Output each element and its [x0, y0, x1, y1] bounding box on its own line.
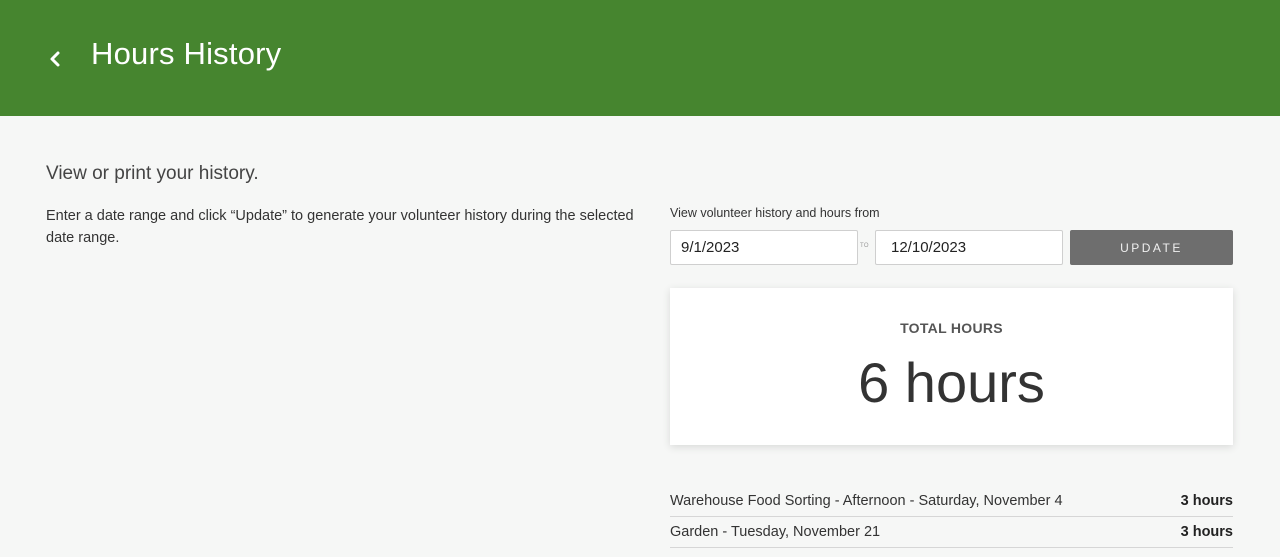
update-button[interactable]: UPDATE: [1070, 230, 1233, 265]
total-hours-label: TOTAL HOURS: [900, 320, 1003, 336]
history-row: Garden - Tuesday, November 21 3 hours: [670, 517, 1233, 548]
total-hours-card: TOTAL HOURS 6 hours: [670, 288, 1233, 445]
chevron-left-icon: [50, 51, 60, 67]
history-hours: 3 hours: [1180, 524, 1233, 540]
date-range-label: View volunteer history and hours from: [670, 206, 880, 220]
page-subtitle: View or print your history.: [46, 163, 259, 184]
app-header: Hours History: [0, 0, 1280, 116]
total-hours-value: 6 hours: [858, 351, 1045, 414]
history-hours: 3 hours: [1180, 493, 1233, 509]
date-from-input[interactable]: [670, 230, 858, 265]
date-to-input[interactable]: [875, 230, 1063, 265]
history-activity: Warehouse Food Sorting - Afternoon - Sat…: [670, 493, 1063, 509]
to-separator-label: TO: [860, 243, 869, 249]
history-list: Warehouse Food Sorting - Afternoon - Sat…: [670, 486, 1233, 548]
instructions-text: Enter a date range and click “Update” to…: [46, 208, 634, 246]
history-activity: Garden - Tuesday, November 21: [670, 524, 881, 540]
history-row: Warehouse Food Sorting - Afternoon - Sat…: [670, 486, 1233, 517]
back-button[interactable]: [40, 42, 70, 76]
page-title: Hours History: [91, 36, 282, 71]
